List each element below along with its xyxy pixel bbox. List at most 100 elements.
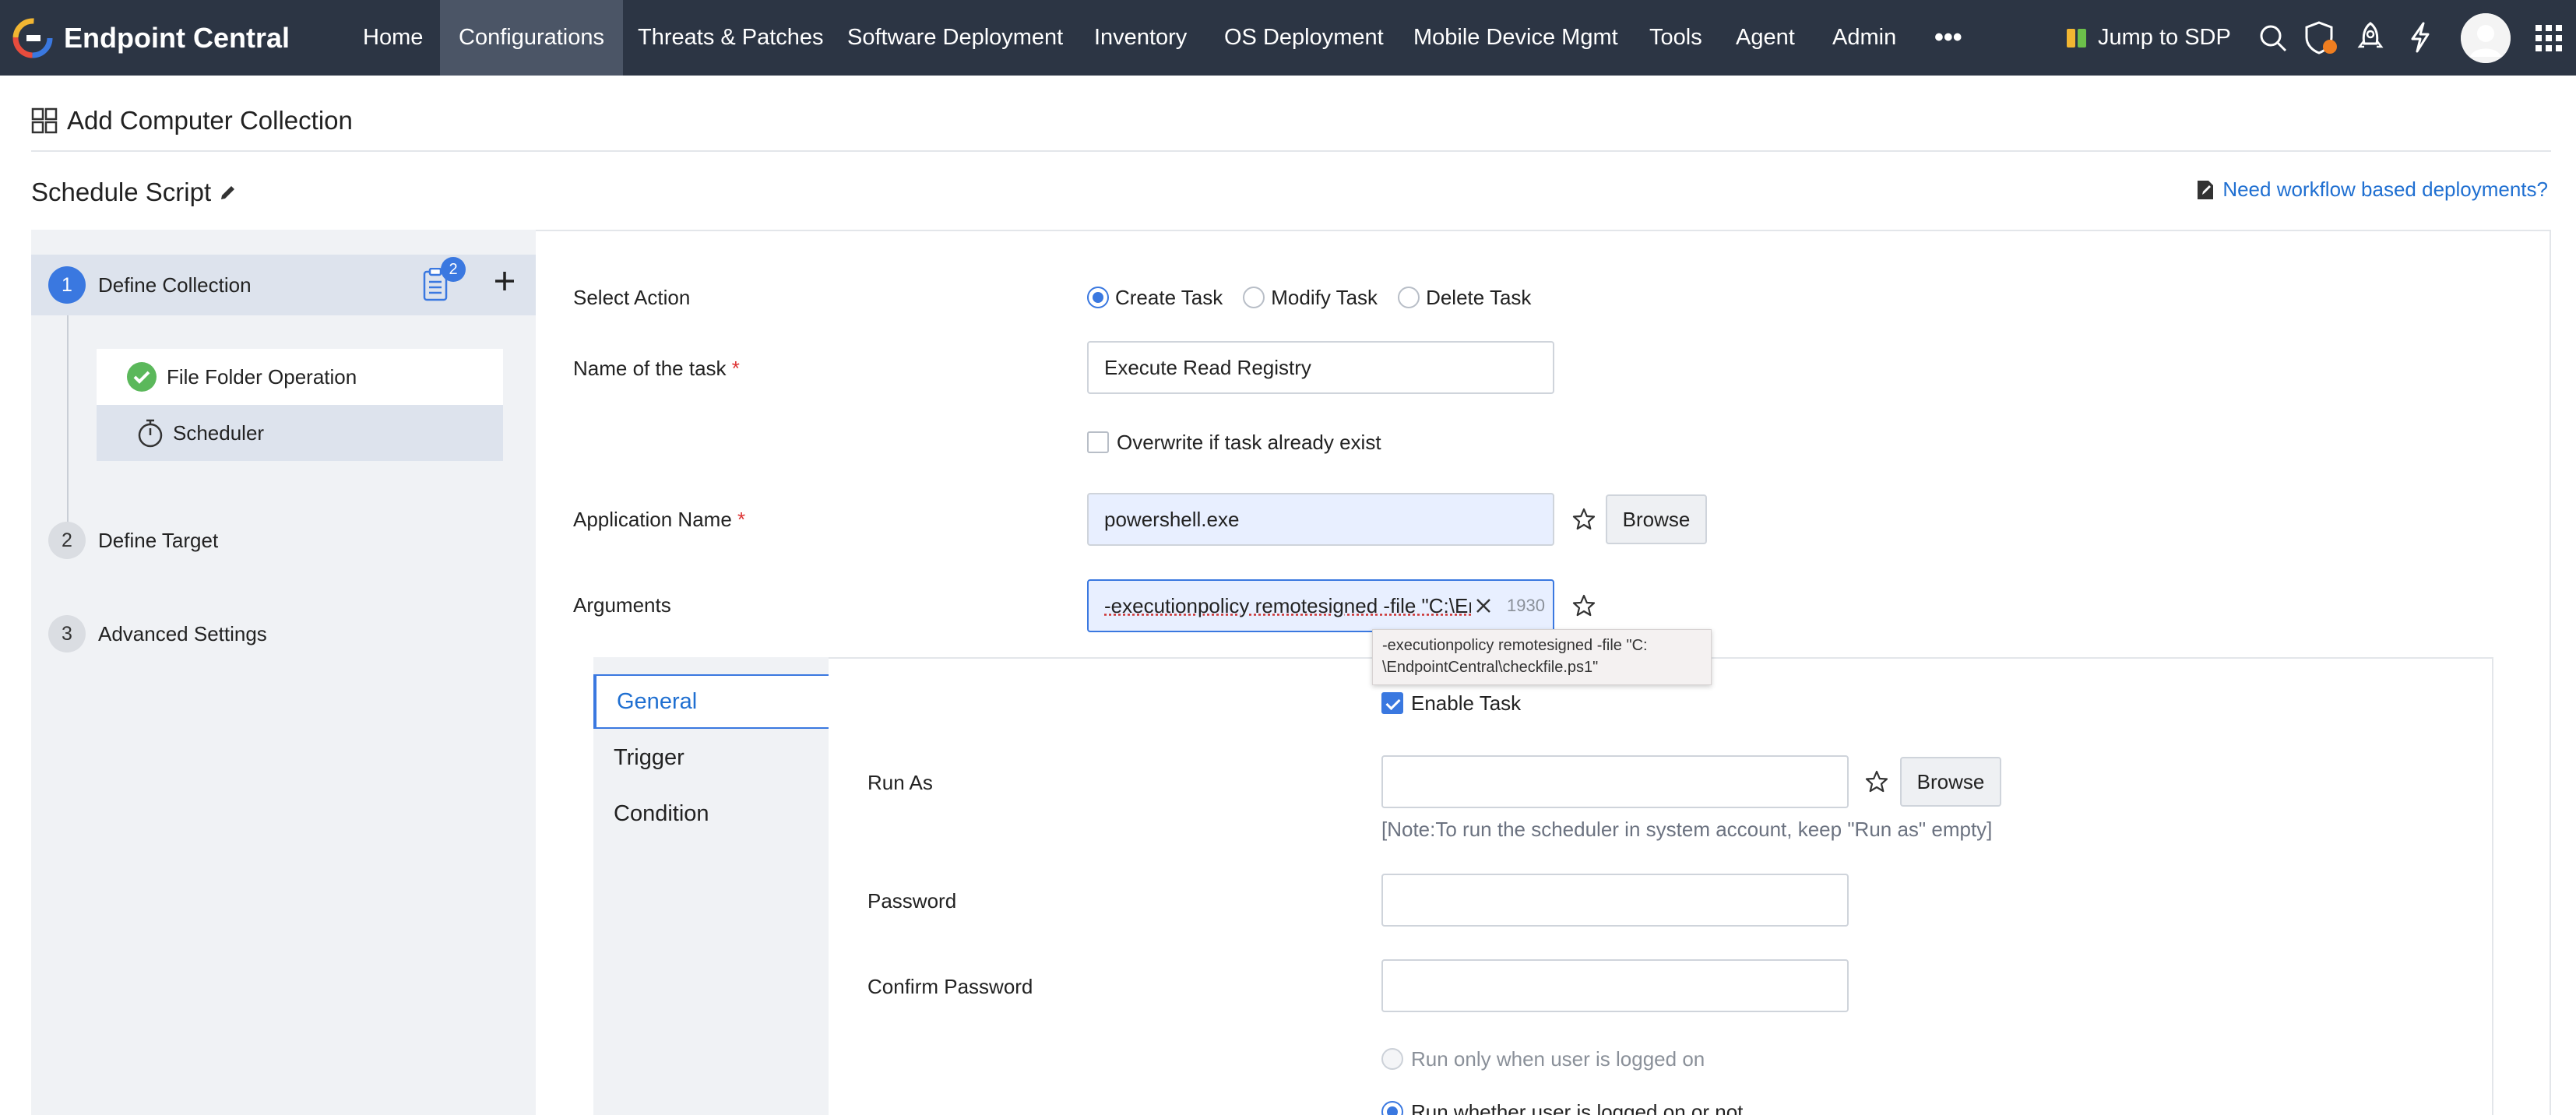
step-label: Advanced Settings [98,621,267,645]
search-icon[interactable] [2258,23,2288,53]
confirm-password-label: Confirm Password [867,975,1033,998]
badge-count: 2 [441,257,466,282]
run-whether-row: Run whether user is logged on or not [1381,1098,1743,1115]
app-name-label-text: Application Name [573,508,732,531]
required-mark: * [731,357,740,380]
jump-to-sdp[interactable]: Jump to SDP [2065,0,2231,76]
nav-inventory[interactable]: Inventory [1075,0,1205,76]
run-logged-on-radio[interactable] [1381,1048,1403,1070]
rocket-icon[interactable] [2356,22,2384,53]
enable-task-checkbox[interactable] [1381,692,1403,714]
enable-task-label[interactable]: Enable Task [1411,691,1521,716]
step-number: 3 [48,615,86,652]
step-number: 1 [48,266,86,304]
star-favorite-icon[interactable] [1864,769,1889,794]
collection-icon [31,107,58,134]
endpoint-central-logo-icon [12,18,53,58]
apps-grid-icon[interactable] [2534,23,2564,53]
run-logged-on-row: Run only when user is logged on [1381,1045,1705,1073]
star-favorite-icon[interactable] [1571,507,1596,532]
task-name-label-text: Name of the task [573,357,727,380]
step-advanced-settings[interactable]: 3 Advanced Settings [31,603,536,664]
overwrite-row: Overwrite if task already exist [1087,428,1381,456]
page-title-row: Add Computer Collection [31,103,353,139]
workflow-link[interactable]: Need workflow based deployments? [2196,178,2548,202]
step-label: Define Target [98,528,219,552]
sdp-icon [2067,28,2086,47]
required-mark: * [737,508,746,531]
star-favorite-icon[interactable] [1571,593,1596,618]
step-connector-line [67,315,69,526]
delete-task-radio[interactable] [1398,287,1420,308]
collection-name: Schedule Script [31,178,212,206]
delete-task-label[interactable]: Delete Task [1426,286,1531,310]
sub-item-scheduler[interactable]: Scheduler [97,405,503,461]
task-name-label: Name of the task * [573,357,740,381]
brand-name: Endpoint Central [64,22,290,54]
clear-x-icon[interactable] [1474,596,1493,615]
arguments-input[interactable]: -executionpolicy remotesigned -file "C:\… [1087,579,1554,632]
workflow-link-label: Need workflow based deployments? [2222,178,2548,201]
shield-alert-icon[interactable] [2303,20,2339,56]
run-logged-on-label[interactable]: Run only when user is logged on [1411,1047,1705,1071]
overwrite-checkbox[interactable] [1087,431,1109,453]
run-as-input[interactable] [1381,755,1849,808]
brand[interactable]: Endpoint Central [12,18,290,58]
overwrite-label[interactable]: Overwrite if task already exist [1117,431,1381,455]
edit-pencil-icon[interactable] [219,183,238,202]
select-action-label: Select Action [573,286,691,309]
document-edit-icon [2198,180,2214,199]
nav-software-deployment[interactable]: Software Deployment [829,0,1082,76]
enable-task-row: Enable Task [1381,690,1521,716]
password-label: Password [867,889,957,913]
modify-task-radio[interactable] [1243,287,1265,308]
tooltip-line-1: -executionpolicy remotesigned -file "C: [1382,637,1648,654]
arguments-tooltip: -executionpolicy remotesigned -file "C: … [1372,629,1712,685]
create-task-label[interactable]: Create Task [1115,286,1223,310]
run-whether-label[interactable]: Run whether user is logged on or not [1411,1100,1743,1115]
nav-home[interactable]: Home [344,0,442,76]
task-name-input[interactable]: Execute Read Registry [1087,341,1554,394]
nav-tools[interactable]: Tools [1631,0,1721,76]
run-as-browse-button[interactable]: Browse [1900,757,2001,807]
modify-task-label[interactable]: Modify Task [1271,286,1378,310]
avatar[interactable] [2461,13,2511,63]
page-title: Add Computer Collection [67,106,353,135]
arguments-label: Arguments [573,593,671,617]
configurations-badge[interactable]: 2 [422,257,466,302]
header-divider [31,150,2551,152]
run-whether-radio[interactable] [1381,1101,1403,1115]
run-as-note: [Note:To run the scheduler in system acc… [1381,818,1993,841]
arguments-char-count: 1930 [1507,596,1545,615]
top-nav-bar: Endpoint Central Home Configurations Thr… [0,0,2576,76]
sub-title-row: Schedule Script [31,175,238,209]
nav-agent[interactable]: Agent [1717,0,1814,76]
tab-condition[interactable]: Condition [593,786,829,841]
tab-trigger[interactable]: Trigger [593,730,829,785]
run-as-label: Run As [867,771,933,794]
arguments-value: -executionpolicy remotesigned -file "C:\… [1104,593,1472,617]
nav-mobile-device-mgmt[interactable]: Mobile Device Mgmt [1395,0,1637,76]
nav-threats-patches[interactable]: Threats & Patches [619,0,843,76]
app-name-input[interactable]: powershell.exe [1087,493,1554,546]
app-name-label: Application Name * [573,508,745,532]
confirm-password-input[interactable] [1381,959,1849,1012]
sub-item-file-folder-operation[interactable]: File Folder Operation [97,349,503,405]
tooltip-line-2: \EndpointCentral\checkfile.ps1" [1382,659,1599,676]
nav-admin[interactable]: Admin [1814,0,1915,76]
lightning-icon[interactable] [2408,22,2433,53]
tab-general[interactable]: General [593,674,829,729]
user-avatar-icon [2461,13,2511,63]
step-label: Define Collection [98,273,252,297]
step-define-target[interactable]: 2 Define Target [31,510,536,571]
nav-os-deployment[interactable]: OS Deployment [1205,0,1402,76]
timer-icon [138,419,163,448]
sub-item-label: File Folder Operation [167,364,357,389]
select-action-radio-group: Create Task Modify Task Delete Task [1087,282,1551,313]
nav-more-icon[interactable]: ••• [1916,0,1981,76]
password-input[interactable] [1381,874,1849,927]
app-browse-button[interactable]: Browse [1606,494,1707,544]
nav-configurations[interactable]: Configurations [440,0,623,76]
add-plus-icon[interactable] [492,269,517,294]
create-task-radio[interactable] [1087,287,1109,308]
